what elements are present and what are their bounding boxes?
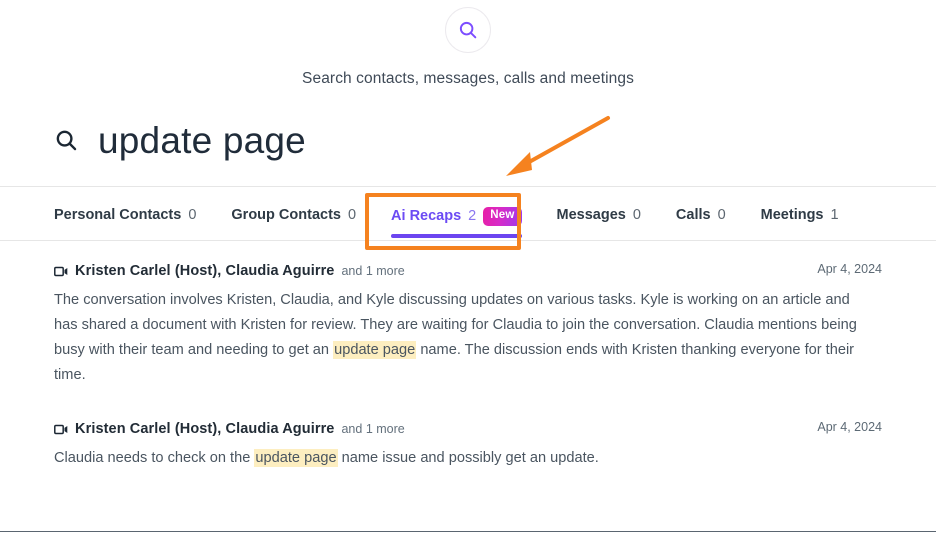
- result-item[interactable]: Kristen Carlel (Host), Claudia Aguirre a…: [54, 262, 882, 388]
- search-term-highlight: update page: [254, 449, 338, 467]
- tab-personal-contacts[interactable]: Personal Contacts 0: [54, 200, 196, 223]
- tab-label: Calls: [675, 207, 711, 223]
- tab-label: Ai Recaps: [391, 208, 462, 225]
- summary-text-after: name issue and possibly get an update.: [337, 450, 599, 466]
- result-date: Apr 4, 2024: [817, 420, 882, 434]
- result-participants: Kristen Carlel (Host), Claudia Aguirre: [75, 421, 335, 437]
- query-row: update page: [54, 112, 936, 168]
- summary-text-before: Claudia needs to check on the: [54, 450, 255, 466]
- result-more-count: and 1 more: [341, 264, 405, 278]
- divider-below-tabs: [0, 240, 936, 241]
- divider-above-tabs: [0, 186, 936, 187]
- active-tab-underline: [391, 233, 522, 238]
- new-badge: New: [483, 207, 522, 226]
- tab-count: 2: [468, 208, 477, 225]
- tab-messages[interactable]: Messages 0: [557, 200, 641, 223]
- query-text: update page: [98, 119, 306, 161]
- search-header: Search contacts, messages, calls and mee…: [0, 0, 936, 88]
- result-summary: Claudia needs to check on the update pag…: [54, 446, 869, 471]
- tab-ai-recaps[interactable]: Ai Recaps 2 New: [391, 200, 522, 238]
- search-icon: [457, 19, 479, 41]
- bottom-border: [0, 531, 936, 532]
- tab-meetings[interactable]: Meetings 1: [761, 200, 839, 223]
- result-participants: Kristen Carlel (Host), Claudia Aguirre: [75, 263, 335, 279]
- video-camera-icon: [54, 264, 68, 282]
- search-button[interactable]: [445, 7, 491, 53]
- search-term-highlight: update page: [333, 341, 417, 359]
- tab-count: 0: [347, 207, 357, 223]
- tab-calls[interactable]: Calls 0: [676, 200, 726, 223]
- tab-count: 0: [717, 207, 726, 223]
- result-date: Apr 4, 2024: [817, 262, 882, 276]
- tab-label: Meetings: [760, 207, 824, 223]
- results-list: Kristen Carlel (Host), Claudia Aguirre a…: [54, 262, 882, 495]
- result-more-count: and 1 more: [341, 422, 405, 436]
- tab-group-contacts[interactable]: Group Contacts 0: [231, 200, 356, 223]
- tab-count: 1: [830, 207, 839, 223]
- tab-label: Group Contacts: [231, 207, 341, 223]
- result-item[interactable]: Kristen Carlel (Host), Claudia Aguirre a…: [54, 420, 882, 471]
- result-tabs: Personal Contacts 0 Group Contacts 0 Ai …: [54, 200, 936, 241]
- tab-label: Messages: [556, 207, 626, 223]
- result-header: Kristen Carlel (Host), Claudia Aguirre a…: [54, 262, 882, 280]
- result-summary: The conversation involves Kristen, Claud…: [54, 288, 869, 388]
- search-icon: [54, 128, 79, 153]
- video-camera-icon: [54, 422, 68, 440]
- tab-count: 0: [188, 207, 197, 223]
- tab-label: Personal Contacts: [54, 207, 182, 223]
- search-subtitle: Search contacts, messages, calls and mee…: [302, 70, 634, 87]
- tab-count: 0: [632, 207, 641, 223]
- result-header: Kristen Carlel (Host), Claudia Aguirre a…: [54, 420, 882, 438]
